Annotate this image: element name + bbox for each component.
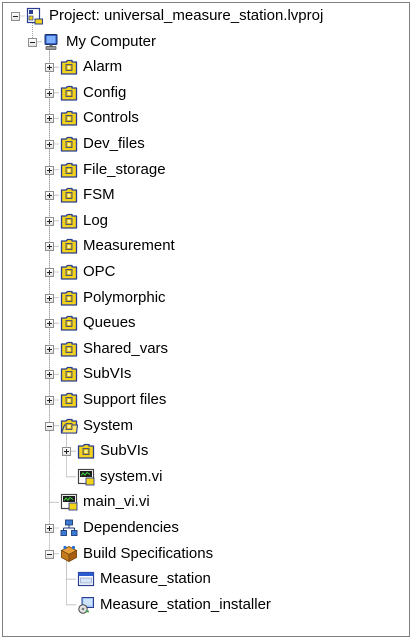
folder-icon	[60, 289, 78, 307]
computer-icon	[43, 33, 61, 51]
tree-item-label: FSM	[83, 186, 115, 204]
tree-item-label: Log	[83, 211, 109, 229]
tree-item-label: Dev_files	[83, 135, 145, 152]
tree-item-folder-log[interactable]: Log	[3, 210, 407, 232]
tree-item-label: system.vi	[100, 467, 163, 485]
tree-item-label: Controls	[83, 109, 139, 127]
tree-item-folder-dev-files[interactable]: Dev_files	[3, 133, 407, 155]
tree-item-my-computer[interactable]: My Computer	[3, 31, 407, 53]
folder-icon	[60, 186, 78, 204]
application-icon	[77, 570, 95, 588]
tree-item-folder-polymorphic[interactable]: Polymorphic	[3, 287, 407, 309]
project-icon	[26, 7, 44, 25]
expand-icon[interactable]	[45, 293, 54, 303]
expand-icon[interactable]	[45, 140, 54, 149]
folder-icon	[60, 391, 78, 409]
tree-item-folder-support-files[interactable]: Support files	[3, 389, 407, 411]
tree-item-label: Project: universal_measure_station.lvpro…	[49, 7, 324, 24]
tree-item-label: SubVIs	[100, 442, 149, 460]
collapse-icon[interactable]	[11, 12, 20, 21]
expand-icon[interactable]	[45, 268, 54, 277]
folder-icon	[60, 340, 78, 358]
tree-item-folder-config[interactable]: Config	[3, 82, 407, 104]
folder-open-icon	[60, 417, 79, 435]
folder-icon	[60, 263, 78, 281]
tree-item-folder-fsm[interactable]: FSM	[3, 184, 407, 206]
expand-icon[interactable]	[45, 524, 54, 533]
folder-icon	[60, 314, 78, 332]
tree-item-label: Measure_station_installer	[100, 595, 271, 613]
tree-item-build-measure-station[interactable]: Measure_station	[3, 568, 407, 590]
build-specs-icon	[60, 545, 78, 563]
expand-icon[interactable]	[45, 242, 54, 252]
tree-item-label: Support files	[83, 391, 167, 408]
collapse-icon[interactable]	[45, 549, 54, 559]
tree-item-label: My Computer	[66, 32, 157, 50]
tree-item-label: Measurement	[83, 237, 175, 255]
folder-icon	[60, 161, 78, 179]
tree-item-label: OPC	[83, 263, 116, 280]
folder-icon	[60, 237, 78, 255]
tree-item-dependencies[interactable]: Dependencies	[3, 517, 407, 539]
folder-icon	[60, 58, 78, 76]
tree-item-label: Alarm	[83, 58, 123, 76]
expand-icon[interactable]	[45, 344, 54, 354]
expand-icon[interactable]	[62, 447, 71, 457]
tree-item-label: Shared_vars	[83, 339, 169, 357]
dependencies-icon	[60, 519, 78, 537]
collapse-icon[interactable]	[45, 421, 54, 431]
tree-item-folder-opc[interactable]: OPC	[3, 261, 407, 283]
folder-icon	[77, 442, 95, 460]
vi-icon	[77, 468, 95, 486]
tree-item-project[interactable]: Project: universal_measure_station.lvpro…	[3, 5, 407, 27]
expand-icon[interactable]	[45, 216, 54, 226]
tree-item-system-subvis[interactable]: SubVIs	[3, 440, 407, 462]
tree-item-label: Build Specifications	[83, 544, 214, 562]
tree-item-label: File_storage	[83, 160, 166, 178]
expand-icon[interactable]	[45, 88, 54, 98]
tree-item-folder-system[interactable]: System	[3, 415, 407, 437]
tree-item-folder-queues[interactable]: Queues	[3, 312, 407, 334]
tree-item-folder-controls[interactable]: Controls	[3, 107, 407, 129]
tree-item-build-measure-station-installer[interactable]: Measure_station_installer	[3, 594, 407, 616]
tree-item-folder-alarm[interactable]: Alarm	[3, 56, 407, 78]
folder-icon	[60, 135, 78, 153]
tree-item-system-vi[interactable]: system.vi	[3, 466, 407, 488]
tree-item-label: Config	[83, 83, 127, 101]
expand-icon[interactable]	[45, 114, 54, 124]
tree-item-build-specifications[interactable]: Build Specifications	[3, 543, 407, 565]
tree-item-label: Dependencies	[83, 519, 179, 536]
tree-item-folder-measurement[interactable]: Measurement	[3, 235, 407, 257]
expand-icon[interactable]	[45, 370, 54, 380]
expand-icon[interactable]	[45, 63, 54, 73]
tree-item-folder-subvis[interactable]: SubVIs	[3, 363, 407, 385]
installer-icon	[77, 596, 95, 614]
tree-item-label: SubVIs	[83, 365, 132, 383]
expand-icon[interactable]	[45, 191, 54, 201]
vi-icon	[60, 493, 78, 511]
tree-item-folder-file-storage[interactable]: File_storage	[3, 159, 407, 181]
folder-icon	[60, 109, 78, 127]
expand-icon[interactable]	[45, 396, 54, 405]
expand-icon[interactable]	[45, 165, 54, 175]
expand-icon[interactable]	[45, 319, 54, 329]
folder-icon	[60, 365, 78, 383]
tree-item-label: Queues	[83, 314, 136, 332]
tree-item-folder-shared-vars[interactable]: Shared_vars	[3, 338, 407, 360]
folder-icon	[60, 212, 78, 230]
project-explorer-tree[interactable]: Project: universal_measure_station.lvpro…	[2, 2, 410, 637]
tree-item-label: main_vi.vi	[83, 493, 150, 511]
tree-item-label: Measure_station	[100, 570, 211, 588]
tree-item-main-vi[interactable]: main_vi.vi	[3, 491, 407, 513]
folder-icon	[60, 84, 78, 102]
collapse-icon[interactable]	[28, 37, 37, 47]
tree-item-label: System	[83, 416, 134, 434]
tree-item-label: Polymorphic	[83, 288, 166, 306]
